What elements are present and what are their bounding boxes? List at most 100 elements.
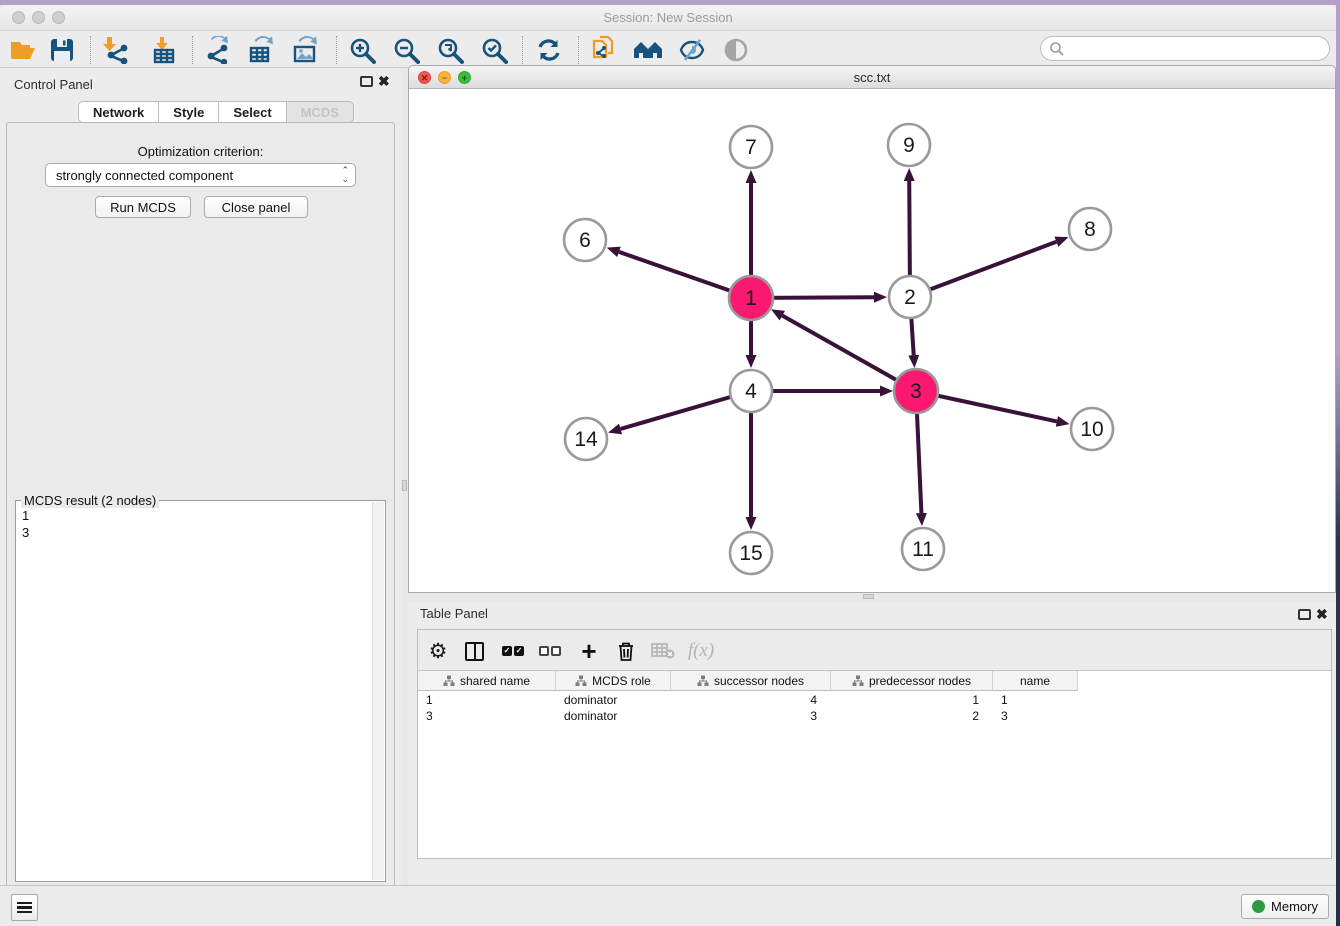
network-window: ✕ − + scc.txt 7968124314101511	[408, 65, 1336, 593]
control-panel-title: Control Panel	[14, 77, 93, 92]
table-toolbar: ⚙ ✓✓ + f(x)	[418, 630, 1331, 671]
graph-node-label: 14	[574, 428, 598, 451]
tab-network[interactable]: Network	[78, 101, 159, 123]
table-cell[interactable]: 1	[993, 692, 1078, 708]
table-cell[interactable]: 1	[831, 692, 993, 708]
export-network-icon[interactable]	[202, 35, 234, 65]
column-header-shared-name[interactable]: shared name	[418, 671, 556, 691]
horizontal-splitter[interactable]	[408, 593, 1336, 601]
table-cell[interactable]: 3	[993, 708, 1078, 724]
app-titlebar: Session: New Session	[0, 5, 1336, 31]
tab-style[interactable]: Style	[159, 101, 219, 123]
graph-edge-2-8[interactable]	[910, 242, 1056, 297]
column-header-label: predecessor nodes	[869, 674, 971, 688]
horizontal-splitter-handle[interactable]	[863, 594, 874, 599]
search-icon	[1049, 41, 1065, 57]
graph-node-label: 15	[739, 542, 762, 565]
column-header-successor-nodes[interactable]: successor nodes	[671, 671, 831, 691]
table-cell[interactable]: 3	[418, 708, 556, 724]
column-header-predecessor-nodes[interactable]: predecessor nodes	[831, 671, 993, 691]
hide-selected-icon[interactable]	[676, 35, 708, 65]
optimization-criterion-select[interactable]: strongly connected component ⌃⌄	[45, 163, 356, 187]
table-panel-close-icon[interactable]: ✖	[1316, 606, 1328, 622]
zoom-out-icon[interactable]	[390, 35, 422, 65]
graph-node-label: 1	[745, 287, 757, 310]
show-panels-button[interactable]	[11, 894, 38, 921]
session-title: Session: New Session	[0, 10, 1336, 25]
split-view-icon[interactable]	[459, 636, 489, 666]
import-table-icon[interactable]	[148, 35, 180, 65]
add-column-icon[interactable]: +	[574, 636, 604, 666]
zoom-fit-icon[interactable]	[434, 35, 466, 65]
mcds-result-scrollbar[interactable]	[372, 502, 384, 880]
table-row[interactable]: 1dominator411	[418, 692, 1078, 708]
table-panel-float-icon[interactable]	[1298, 609, 1311, 620]
search-input[interactable]	[1065, 41, 1329, 56]
duplicate-network-icon[interactable]	[588, 35, 620, 65]
control-panel-close-icon[interactable]: ✖	[378, 73, 390, 89]
column-header-label: MCDS role	[592, 674, 651, 688]
control-panel-tabs: Network Style Select MCDS	[78, 101, 354, 123]
optimization-criterion-value: strongly connected component	[56, 168, 233, 183]
column-header-label: name	[1020, 674, 1050, 688]
import-network-icon[interactable]	[100, 35, 132, 65]
tab-mcds[interactable]: MCDS	[287, 101, 354, 123]
run-mcds-button[interactable]: Run MCDS	[95, 196, 191, 218]
save-session-icon[interactable]	[46, 35, 78, 65]
status-bar: Memory	[0, 885, 1336, 926]
memory-status-icon	[1252, 900, 1265, 913]
mcds-result-text[interactable]: 1 3	[16, 503, 372, 879]
app-window: Session: New Session	[0, 5, 1336, 926]
network-canvas[interactable]: 7968124314101511	[409, 89, 1335, 592]
table-cell[interactable]: 4	[671, 692, 831, 708]
table-cell[interactable]: 3	[671, 708, 831, 724]
graph-node-label: 7	[745, 136, 757, 159]
table-settings-icon[interactable]: ⚙	[423, 636, 453, 666]
zoom-selected-icon[interactable]	[478, 35, 510, 65]
export-image-icon[interactable]	[290, 35, 322, 65]
zoom-in-icon[interactable]	[346, 35, 378, 65]
deselect-all-columns-icon[interactable]	[535, 636, 565, 666]
vertical-splitter-handle[interactable]	[402, 480, 407, 491]
memory-label: Memory	[1271, 899, 1318, 914]
table-cell[interactable]: 2	[831, 708, 993, 724]
node-table-container: ⚙ ✓✓ + f(x) shared name MCDS role successo…	[417, 629, 1332, 859]
control-panel: Control Panel ✖ Network Style Select MCD…	[0, 68, 401, 890]
desktop-background-right	[1336, 0, 1340, 926]
apply-function-icon[interactable]: f(x)	[686, 636, 716, 666]
mcds-panel-body: Optimization criterion: strongly connect…	[6, 122, 395, 890]
table-cell[interactable]: 1	[418, 692, 556, 708]
column-header-label: shared name	[460, 674, 530, 688]
table-cell[interactable]: dominator	[556, 708, 671, 724]
first-neighbors-icon[interactable]	[632, 35, 664, 65]
graph-node-label: 2	[904, 286, 916, 309]
refresh-icon[interactable]	[533, 35, 565, 65]
delete-table-icon[interactable]	[648, 636, 678, 666]
close-panel-button[interactable]: Close panel	[204, 196, 308, 218]
column-type-icon	[852, 675, 864, 687]
delete-column-icon[interactable]	[611, 636, 641, 666]
search-box[interactable]	[1040, 36, 1330, 61]
table-row[interactable]: 3dominator323	[418, 708, 1078, 724]
column-header-name[interactable]: name	[993, 671, 1078, 691]
column-type-icon	[697, 675, 709, 687]
select-stepper-icon: ⌃⌄	[341, 166, 349, 184]
column-type-icon	[443, 675, 455, 687]
column-header-MCDS-role[interactable]: MCDS role	[556, 671, 671, 691]
optimization-criterion-label: Optimization criterion:	[7, 144, 394, 159]
memory-button[interactable]: Memory	[1241, 894, 1329, 919]
vertical-splitter[interactable]	[401, 68, 408, 890]
table-cell[interactable]: dominator	[556, 692, 671, 708]
export-table-icon[interactable]	[246, 35, 278, 65]
control-panel-float-icon[interactable]	[360, 76, 373, 87]
open-session-icon[interactable]	[6, 35, 38, 65]
main-toolbar	[0, 31, 1336, 68]
select-all-columns-icon[interactable]: ✓✓	[498, 636, 528, 666]
column-type-icon	[575, 675, 587, 687]
table-panel-title: Table Panel	[420, 606, 488, 621]
network-title: scc.txt	[409, 70, 1335, 85]
tab-select[interactable]: Select	[219, 101, 286, 123]
show-all-icon[interactable]	[720, 35, 752, 65]
graph-node-label: 4	[745, 380, 757, 403]
graph-node-label: 6	[579, 229, 591, 252]
